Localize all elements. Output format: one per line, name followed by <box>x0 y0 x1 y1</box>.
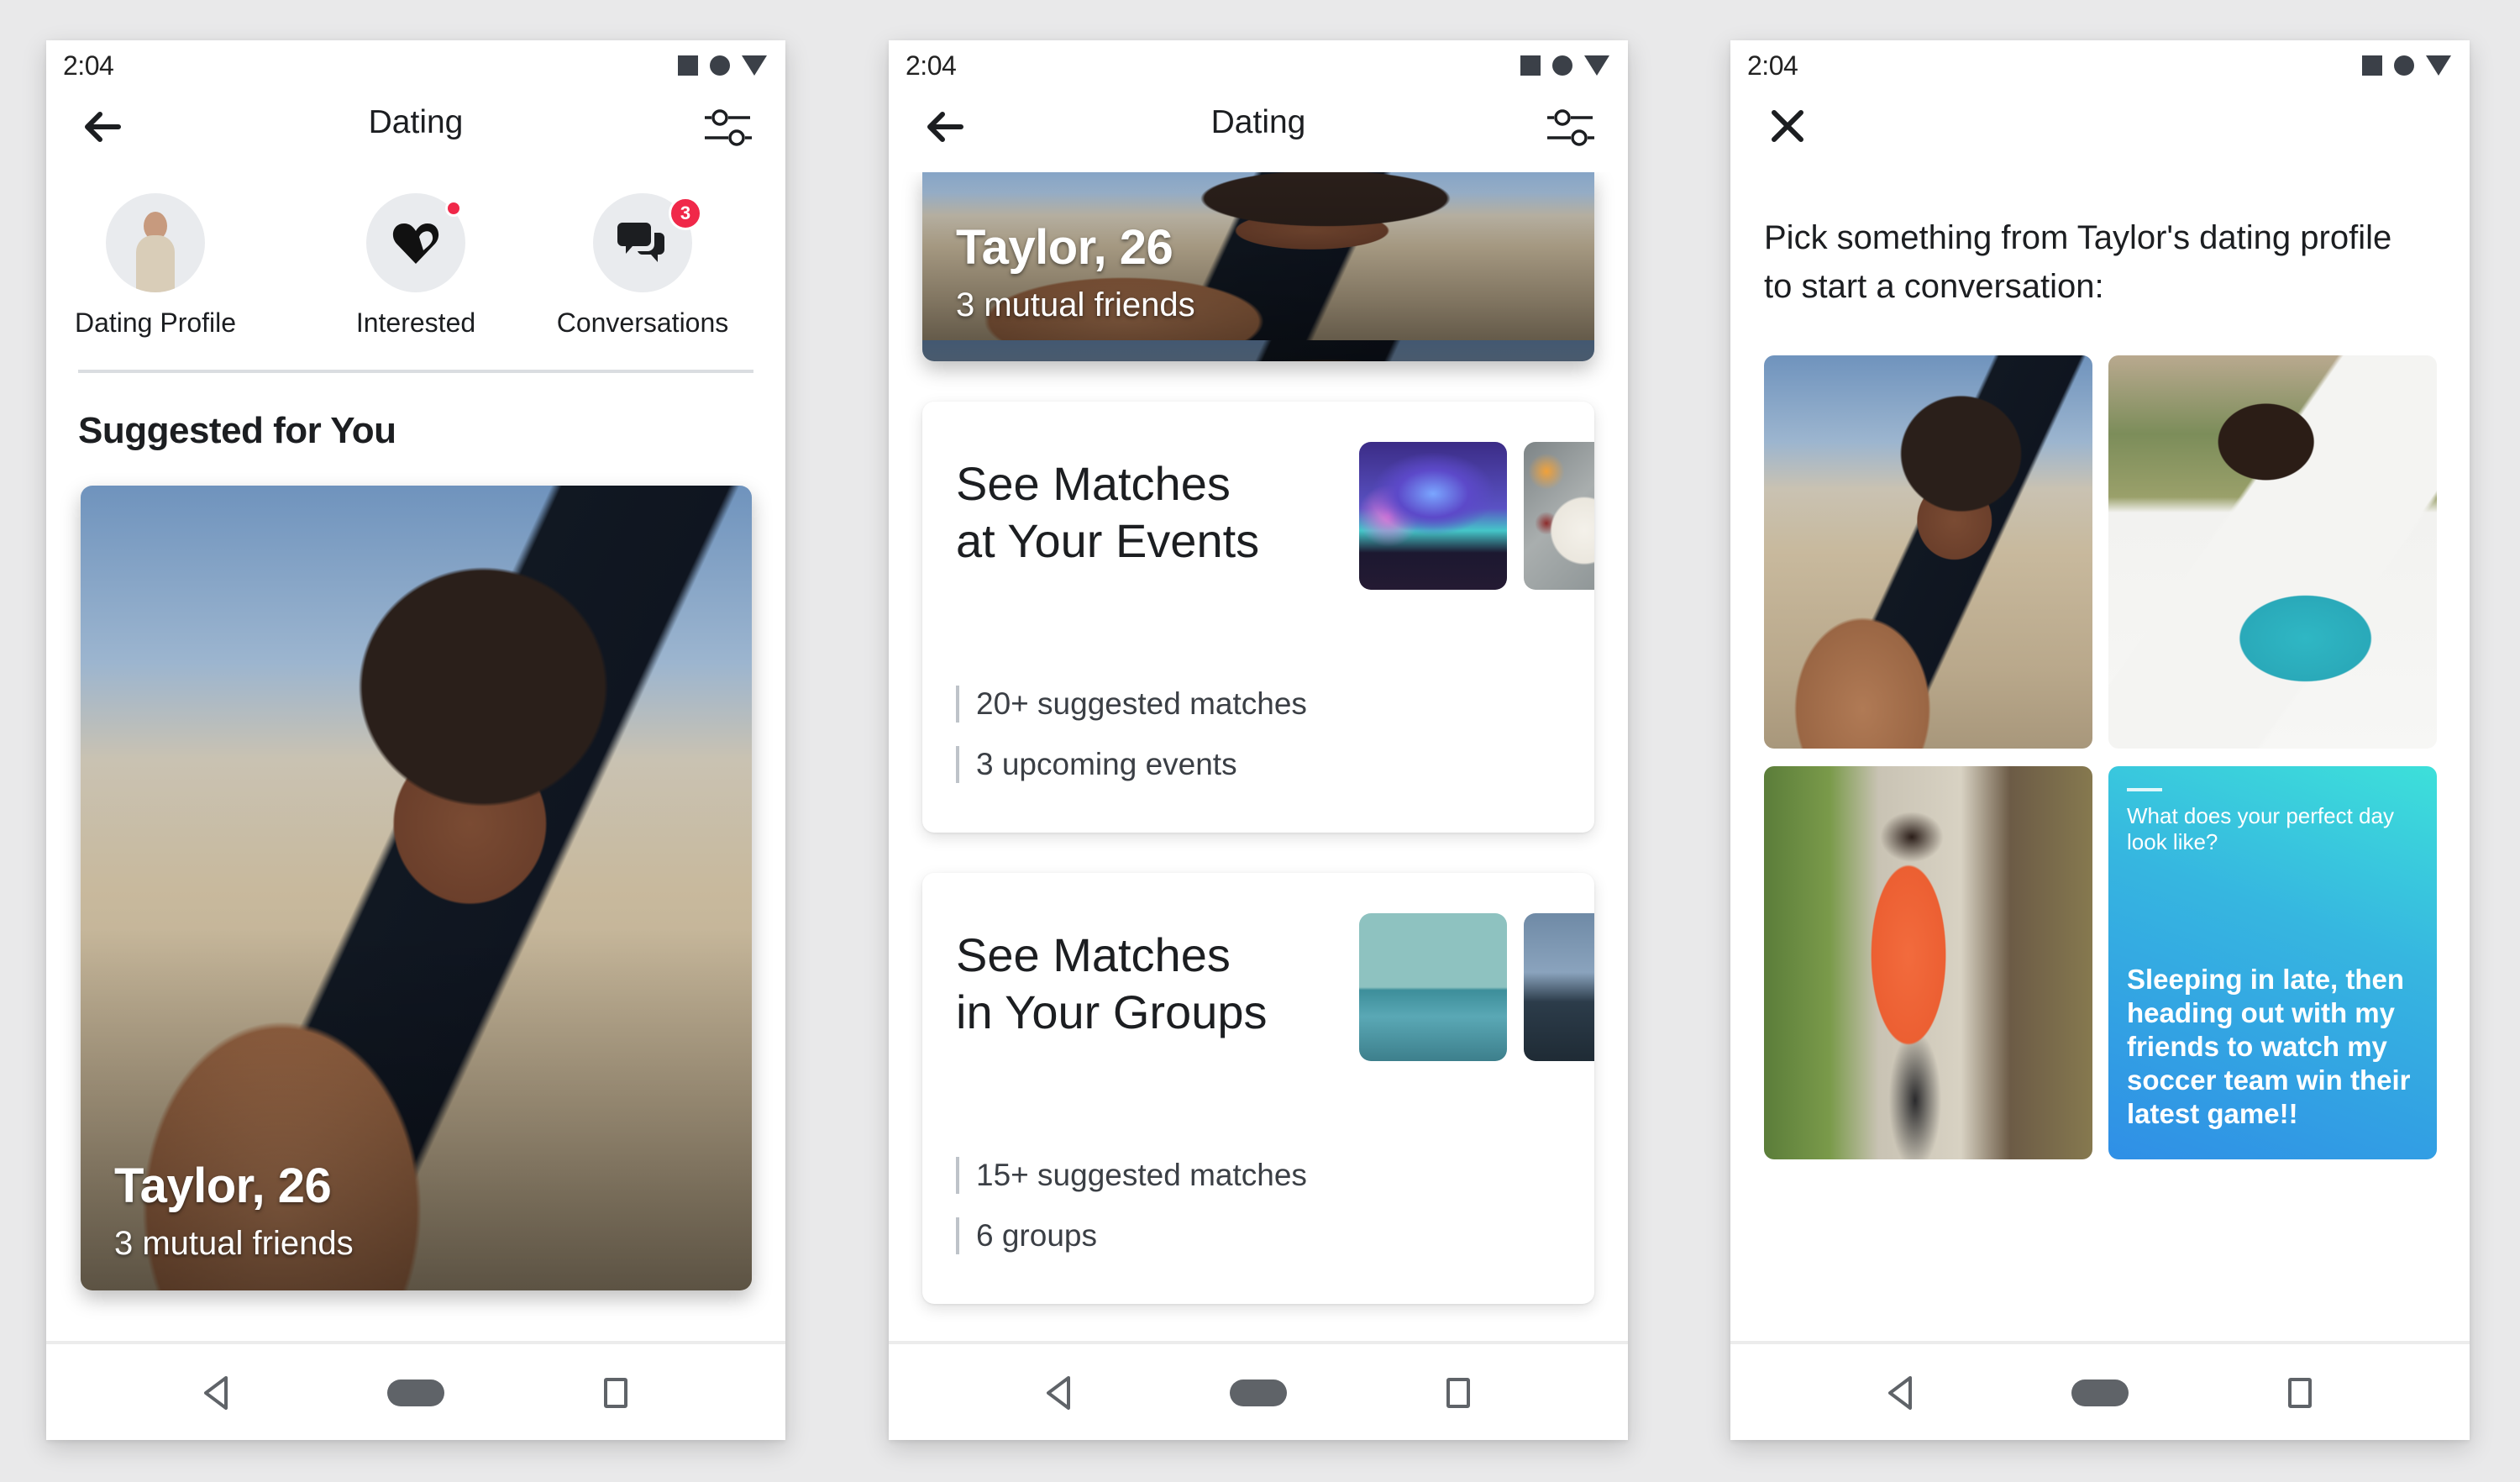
nav-home-button[interactable] <box>1230 1380 1287 1406</box>
interested-circle <box>366 193 465 292</box>
notification-dot <box>445 200 462 217</box>
conversation-prompt: Pick something from Taylor's dating prof… <box>1764 219 2392 305</box>
phone-screen-matches: Taylor, 26 3 mutual friends See Matches … <box>889 40 1628 1440</box>
nav-home-button[interactable] <box>2071 1380 2129 1406</box>
quick-action-conversations[interactable]: 3 Conversations <box>533 193 752 339</box>
card-title-line2: in Your Groups <box>956 985 1268 1038</box>
status-icons <box>1520 55 1609 76</box>
stat-upcoming-events: 3 upcoming events <box>956 746 1237 783</box>
status-dot-icon <box>2394 55 2414 76</box>
status-stop-icon <box>678 55 698 76</box>
profile-photo-street[interactable] <box>1764 766 2092 1159</box>
nav-home-button[interactable] <box>387 1380 444 1406</box>
event-thumbnail-concert[interactable] <box>1359 442 1507 590</box>
close-button[interactable] <box>1767 106 1808 146</box>
sliders-icon <box>1547 109 1594 146</box>
status-stop-icon <box>1520 55 1541 76</box>
quick-action-dating-profile[interactable]: Dating Profile <box>46 193 265 339</box>
system-nav-bar <box>889 1341 1628 1440</box>
profile-name: Taylor, 26 <box>114 1159 332 1213</box>
group-thumbnail-building[interactable] <box>1359 913 1507 1061</box>
status-time: 2:04 <box>63 50 114 81</box>
phone-screen-dating-home: 2:04 Dating Dating Profile Interested 3 … <box>46 40 785 1440</box>
status-icons <box>678 55 767 76</box>
stat-suggested-matches: 15+ suggested matches <box>956 1157 1307 1194</box>
prompt-answer: Sleeping in late, then heading out with … <box>2127 964 2411 1129</box>
triangle-back-icon <box>1888 1376 1912 1410</box>
chat-bubbles-icon <box>617 223 664 262</box>
stat-groups: 6 groups <box>956 1217 1097 1254</box>
group-thumbnail-landscape[interactable] <box>1524 913 1594 1061</box>
matches-scroll-area[interactable]: Taylor, 26 3 mutual friends See Matches … <box>889 172 1628 1341</box>
status-stop-icon <box>2362 55 2382 76</box>
conversations-count-badge: 3 <box>669 197 702 230</box>
prompt-question: What does your perfect day look like? <box>2127 803 2394 854</box>
nav-back-button[interactable] <box>199 1374 233 1411</box>
system-nav-bar <box>46 1341 785 1440</box>
status-dot-icon <box>710 55 730 76</box>
status-signal-icon <box>2426 55 2451 76</box>
suggested-profile-card[interactable]: Taylor, 26 3 mutual friends <box>922 172 1594 361</box>
stat-suggested-matches: 20+ suggested matches <box>956 686 1307 723</box>
heart-icon <box>392 223 439 264</box>
status-signal-icon <box>1584 55 1609 76</box>
quick-action-label: Interested <box>355 307 476 338</box>
groups-matches-card[interactable]: See Matches in Your Groups 15+ suggested… <box>922 873 1594 1304</box>
section-title: Suggested for You <box>78 410 396 451</box>
status-time: 2:04 <box>1747 50 1798 81</box>
conversations-circle: 3 <box>593 193 702 292</box>
profile-photo-yoga[interactable] <box>2108 355 2437 749</box>
triangle-back-icon <box>204 1376 228 1410</box>
nav-recents-button[interactable] <box>604 1378 627 1408</box>
triangle-back-icon <box>1047 1376 1070 1410</box>
page-title: Dating <box>368 104 464 140</box>
page-title: Dating <box>1210 104 1306 140</box>
system-nav-bar <box>1730 1341 2470 1440</box>
nav-recents-button[interactable] <box>2288 1378 2312 1408</box>
prompt-dash <box>2127 788 2162 791</box>
mutual-friends: 3 mutual friends <box>114 1225 354 1262</box>
app-header: 2:04 Dating <box>889 40 1628 172</box>
events-matches-card[interactable]: See Matches at Your Events 20+ suggested… <box>922 402 1594 833</box>
profile-prompt-card[interactable]: What does your perfect day look like? Sl… <box>2108 766 2437 1159</box>
status-dot-icon <box>1552 55 1572 76</box>
status-signal-icon <box>742 55 767 76</box>
nav-back-button[interactable] <box>1883 1374 1917 1411</box>
quick-action-interested[interactable]: Interested <box>307 193 525 339</box>
quick-action-label: Conversations <box>556 307 729 338</box>
divider <box>78 370 753 373</box>
phone-screen-start-conversation: 2:04 Pick something from Taylor's dating… <box>1730 40 2470 1440</box>
nav-back-button[interactable] <box>1042 1374 1075 1411</box>
mutual-friends: 3 mutual friends <box>956 286 1195 323</box>
card-title-line2: at Your Events <box>956 514 1260 567</box>
sliders-icon <box>705 109 752 146</box>
close-icon <box>1772 110 1803 142</box>
profile-avatar <box>106 193 205 292</box>
suggested-profile-card[interactable]: Taylor, 26 3 mutual friends <box>81 486 752 1290</box>
profile-photo-beach[interactable] <box>1764 355 2092 749</box>
card-title-line1: See Matches <box>956 928 1231 981</box>
quick-action-label: Dating Profile <box>74 307 237 338</box>
filter-button[interactable] <box>703 104 753 151</box>
status-icons <box>2362 55 2451 76</box>
nav-recents-button[interactable] <box>1446 1378 1470 1408</box>
card-title-line1: See Matches <box>956 457 1231 510</box>
profile-name: Taylor, 26 <box>956 220 1173 275</box>
filter-button[interactable] <box>1546 104 1596 151</box>
status-time: 2:04 <box>906 50 957 81</box>
event-thumbnail-food[interactable] <box>1524 442 1594 590</box>
